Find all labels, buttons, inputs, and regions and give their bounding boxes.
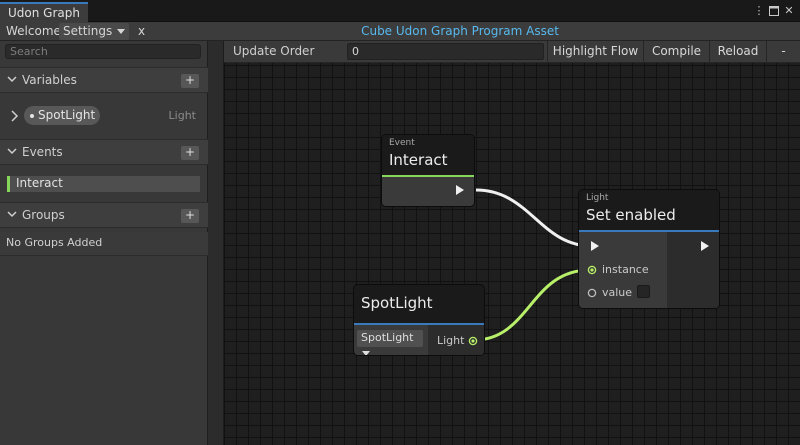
asset-title: Cube Udon Graph Program Asset [361,24,559,38]
top-toolbar: Welcome Settings x Cube Udon Graph Progr… [0,22,800,41]
add-group-button[interactable]: + [181,209,199,223]
set-enabled-node[interactable]: Light Set enabled instance value [579,190,719,308]
more-options-icon[interactable]: ⋮ [752,3,766,19]
spotlight-node-title: SpotLight [361,294,433,312]
add-variable-button[interactable]: + [181,74,199,88]
variable-pill[interactable]: SpotLight [24,106,100,125]
set-enabled-node-subtitle: Light [586,193,609,203]
set-enabled-node-body: instance value [579,232,719,308]
spotlight-node[interactable]: SpotLight SpotLight Light [354,285,484,355]
close-icon[interactable]: ✕ [782,3,796,19]
value-port-icon[interactable] [587,288,597,298]
welcome-button[interactable]: Welcome [2,22,65,41]
compile-button[interactable]: Compile [643,41,709,62]
sidebar-splitter[interactable] [208,41,224,445]
search-input[interactable]: Search [5,44,201,59]
groups-label: Groups [22,208,65,222]
dropdown-arrow-icon [362,351,370,355]
flow-out-port-icon[interactable] [700,240,710,252]
variable-name: SpotLight [38,108,96,122]
value-checkbox[interactable] [637,285,650,298]
value-port-label: value [602,286,633,299]
collapse-button[interactable]: - [766,41,800,62]
interact-node-header[interactable]: Event Interact [382,135,474,177]
flow-out-port-icon[interactable] [455,184,465,196]
variable-dropdown-label: SpotLight [361,331,414,344]
set-enabled-node-title: Set enabled [586,206,676,224]
interact-node[interactable]: Event Interact [382,135,474,206]
set-enabled-node-header[interactable]: Light Set enabled [579,190,719,232]
chevron-down-icon [7,76,17,83]
light-output-port-icon[interactable] [468,336,478,346]
window-titlebar: Udon Graph ⋮ ✕ [0,0,800,22]
pill-dot-icon [30,114,34,118]
spotlight-node-body: SpotLight Light [354,325,484,355]
interact-node-subtitle: Event [389,138,415,148]
variable-row[interactable]: SpotLight Light [0,101,208,131]
events-label: Events [22,145,63,159]
update-order-input[interactable]: 0 [347,43,544,60]
graph-toolbar: Update Order 0 Highlight Flow Compile Re… [224,41,800,63]
chevron-right-icon[interactable] [9,110,19,122]
instance-port-icon[interactable] [587,265,597,275]
variables-section-header[interactable]: Variables + [0,67,208,93]
dropdown-arrow-icon [117,28,126,34]
events-section-header[interactable]: Events + [0,139,208,165]
no-groups-text: No Groups Added [0,232,208,256]
add-event-button[interactable]: + [181,146,199,160]
output-column [667,232,719,308]
interact-node-title: Interact [389,151,448,169]
close-tab-button[interactable]: x [134,22,149,41]
settings-label: Settings [63,24,113,38]
variables-label: Variables [22,73,77,87]
groups-section-header[interactable]: Groups + [0,202,208,228]
interact-node-body [382,177,474,206]
flow-in-port-icon[interactable] [590,240,600,252]
event-item-interact[interactable]: Interact [7,176,200,192]
reload-button[interactable]: Reload [709,41,766,62]
settings-dropdown[interactable]: Settings [59,23,130,40]
highlight-flow-button[interactable]: Highlight Flow [547,41,643,62]
sidebar: Search Variables + SpotLight Light Event… [0,41,208,445]
chevron-down-icon [7,148,17,155]
maximize-icon[interactable] [767,3,781,19]
variable-type: Light [168,109,196,122]
light-output-label: Light [437,334,465,347]
chevron-down-icon [7,211,17,218]
instance-port-label: instance [602,263,649,276]
window-tab[interactable]: Udon Graph [0,2,88,22]
variable-dropdown[interactable]: SpotLight [357,330,423,355]
spotlight-node-header[interactable]: SpotLight [354,285,484,325]
update-order-label: Update Order [233,44,315,58]
